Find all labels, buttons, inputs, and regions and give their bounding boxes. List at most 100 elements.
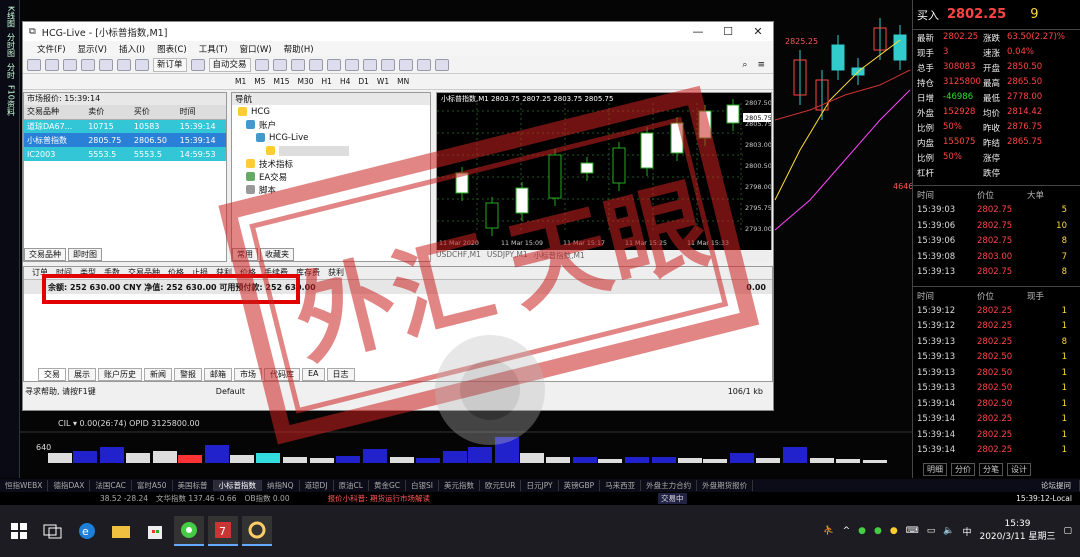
editor-icon[interactable] bbox=[190, 58, 205, 71]
timeframe-button[interactable]: W1 bbox=[377, 77, 389, 86]
symbol-tab[interactable]: 富时A50 bbox=[132, 480, 173, 491]
menu-item[interactable]: 显示(V) bbox=[78, 43, 107, 55]
chart-tab[interactable]: 小标普指数,M1 bbox=[534, 250, 585, 262]
symbol-tab[interactable]: 德指DAX bbox=[48, 480, 91, 491]
terminal-tab[interactable]: 新闻 bbox=[144, 368, 172, 381]
profiles-icon[interactable] bbox=[45, 58, 59, 71]
symbol-tab[interactable]: 马来西亚 bbox=[600, 480, 642, 491]
terminal-tab[interactable]: 警报 bbox=[174, 368, 202, 381]
keyboard-icon[interactable]: ⌨ bbox=[906, 526, 919, 536]
left-strip-item[interactable]: K线图 bbox=[3, 6, 17, 27]
symbol-tab[interactable]: 外盘主力合约 bbox=[641, 480, 698, 491]
hamburger-icon[interactable]: ≡ bbox=[757, 60, 765, 70]
symbol-tab[interactable]: 恒指WEBX bbox=[0, 480, 49, 491]
symbol-tab[interactable]: 日元JPY bbox=[521, 480, 559, 491]
autoscroll-icon[interactable] bbox=[380, 58, 395, 71]
candle-chart-icon[interactable] bbox=[272, 58, 287, 71]
navigator-icon[interactable] bbox=[99, 58, 113, 71]
network-icon[interactable]: ▭ bbox=[927, 526, 936, 536]
timeframe-button[interactable]: H1 bbox=[322, 77, 332, 86]
menu-item[interactable]: 文件(F) bbox=[37, 43, 66, 55]
tray-app-icon[interactable]: ● bbox=[874, 526, 882, 536]
quote-panel-tab[interactable]: 分笔 bbox=[979, 463, 1003, 476]
notification-icon[interactable]: ▢ bbox=[1063, 526, 1072, 536]
tile-windows-icon[interactable] bbox=[344, 58, 359, 71]
terminal-tab[interactable]: 账户历史 bbox=[98, 368, 142, 381]
zoom-out-icon[interactable] bbox=[326, 58, 341, 71]
announcement[interactable]: 报价小科普: 期货运行市场解读 bbox=[328, 493, 430, 504]
nav-item-experts[interactable]: EA交易 bbox=[232, 170, 430, 183]
maximize-icon[interactable]: ☐ bbox=[713, 25, 743, 38]
tray-app-icon[interactable]: ● bbox=[890, 526, 898, 536]
settings-app-icon[interactable] bbox=[242, 516, 272, 546]
file-explorer-icon[interactable] bbox=[106, 516, 136, 546]
market-watch-tab[interactable]: 交易品种 bbox=[24, 248, 66, 261]
quote-panel-tab[interactable]: 设计 bbox=[1007, 463, 1031, 476]
left-strip-item[interactable]: F10资料 bbox=[3, 85, 17, 116]
market-watch-column-header[interactable]: 时间 bbox=[176, 105, 226, 120]
symbol-tab[interactable]: 英镑GBP bbox=[559, 480, 601, 491]
symbol-tab[interactable]: 外盘期货报价 bbox=[697, 480, 754, 491]
terminal-tab[interactable]: 代码库 bbox=[264, 368, 300, 381]
market-watch-row[interactable]: 小标普指数 2805.75 2806.50 15:39:14 bbox=[24, 133, 226, 147]
navigator-tab[interactable]: 收藏夹 bbox=[260, 248, 294, 261]
left-strip-item[interactable]: 分时图 bbox=[3, 33, 17, 57]
symbol-tab[interactable]: 美国标普 bbox=[173, 480, 214, 491]
nav-item-account-selected[interactable] bbox=[232, 144, 430, 157]
left-strip-item[interactable]: 分时 bbox=[3, 63, 17, 79]
search-icon[interactable]: ⌕ bbox=[742, 60, 747, 70]
terminal-tab[interactable]: 市场 bbox=[234, 368, 262, 381]
symbol-tab[interactable]: 黄金GC bbox=[369, 480, 407, 491]
tester-icon[interactable] bbox=[135, 58, 149, 71]
timeframe-button[interactable]: M30 bbox=[298, 77, 314, 86]
symbol-tab[interactable]: 原油CL bbox=[334, 480, 369, 491]
nav-item-accounts[interactable]: 账户 bbox=[232, 118, 430, 131]
symbol-tab[interactable]: 小标普指数 bbox=[213, 480, 263, 491]
terminal-tab[interactable]: 日志 bbox=[326, 368, 355, 381]
navigator-tab[interactable]: 常用 bbox=[232, 248, 258, 261]
trading-app-icon[interactable]: 7 bbox=[208, 516, 238, 546]
auto-trading-button[interactable]: 自动交易 bbox=[208, 57, 251, 72]
chart-tab[interactable]: USDJPY,M1 bbox=[487, 250, 528, 262]
market-watch-icon[interactable] bbox=[63, 58, 77, 71]
menu-item[interactable]: 帮助(H) bbox=[284, 43, 314, 55]
market-watch-row[interactable]: IC2003 5553.5 5553.5 14:59:53 bbox=[24, 147, 226, 161]
terminal-tab[interactable]: 展示 bbox=[68, 368, 96, 381]
zoom-in-icon[interactable] bbox=[308, 58, 323, 71]
ime-icon[interactable]: 中 bbox=[962, 525, 971, 538]
timeframe-button[interactable]: M15 bbox=[274, 77, 290, 86]
new-order-button[interactable]: 新订单 bbox=[153, 57, 187, 72]
symbol-tab[interactable]: 欧元EUR bbox=[480, 480, 522, 491]
timeframe-button[interactable]: MN bbox=[397, 77, 409, 86]
quote-panel-tab[interactable]: 明细 bbox=[923, 463, 947, 476]
store-icon[interactable] bbox=[140, 516, 170, 546]
bar-chart-icon[interactable] bbox=[254, 58, 269, 71]
chevron-up-icon[interactable]: ^ bbox=[843, 526, 851, 536]
symbol-tab[interactable]: 纳指NQ bbox=[262, 480, 300, 491]
indicators-icon[interactable] bbox=[398, 58, 413, 71]
new-chart-icon[interactable] bbox=[27, 58, 41, 71]
market-watch-column-header[interactable]: 卖价 bbox=[85, 105, 131, 120]
timeframe-button[interactable]: D1 bbox=[358, 77, 369, 86]
menu-item[interactable]: 插入(I) bbox=[119, 43, 145, 55]
close-icon[interactable]: ✕ bbox=[743, 25, 773, 38]
templates-icon[interactable] bbox=[434, 58, 449, 71]
market-watch-row[interactable]: 道琼DA67... 10715 10583 15:39:14 bbox=[24, 119, 226, 133]
browser-icon[interactable] bbox=[174, 516, 204, 546]
terminal-tab[interactable]: 交易 bbox=[38, 368, 66, 381]
menu-item[interactable]: 窗口(W) bbox=[240, 43, 272, 55]
tray-app-icon[interactable]: ● bbox=[858, 526, 866, 536]
nav-item-server[interactable]: HCG-Live bbox=[232, 131, 430, 144]
periods-icon[interactable] bbox=[416, 58, 431, 71]
chart-shift-icon[interactable] bbox=[362, 58, 377, 71]
terminal-column-header[interactable]: 获利 bbox=[320, 267, 344, 279]
nav-item-scripts[interactable]: 脚本 bbox=[232, 183, 430, 196]
line-chart-icon[interactable] bbox=[290, 58, 305, 71]
menu-item[interactable]: 工具(T) bbox=[199, 43, 228, 55]
edge-browser-icon[interactable]: e bbox=[72, 516, 102, 546]
start-icon[interactable] bbox=[4, 516, 34, 546]
data-window-icon[interactable] bbox=[81, 58, 95, 71]
minimize-icon[interactable]: — bbox=[683, 25, 713, 38]
task-view-icon[interactable] bbox=[38, 516, 68, 546]
market-watch-column-header[interactable]: 买价 bbox=[130, 105, 177, 120]
